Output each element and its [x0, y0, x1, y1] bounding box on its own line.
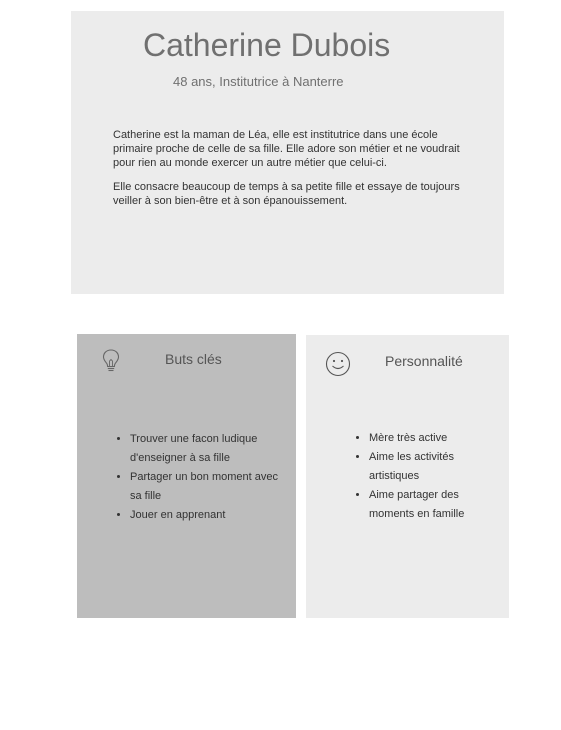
persona-page: Catherine Dubois 48 ans, Institutrice à … — [0, 0, 561, 730]
personality-card: Personnalité Mère très active Aime les a… — [306, 335, 509, 618]
bio-paragraph: Catherine est la maman de Léa, elle est … — [113, 129, 460, 169]
personality-title: Personnalité — [385, 353, 463, 369]
list-item: Trouver une facon ludique d'enseigner à … — [130, 430, 290, 468]
goals-list: Trouver une facon ludique d'enseigner à … — [113, 430, 290, 525]
goals-title: Buts clés — [165, 351, 222, 367]
smiley-icon — [325, 351, 351, 382]
list-item: Aime les activités artistiques — [369, 448, 499, 486]
list-item: Partager un bon moment avec sa fille — [130, 468, 290, 506]
persona-bio: Catherine est la maman de Léa, elle est … — [113, 128, 473, 218]
lightbulb-icon — [101, 348, 121, 379]
list-item: Aime partager des moments en famille — [369, 486, 499, 524]
personality-list: Mère très active Aime les activités arti… — [352, 429, 499, 524]
bio-paragraph: Elle consacre beaucoup de temps à sa pet… — [113, 181, 460, 207]
list-item: Mère très active — [369, 429, 499, 448]
persona-name: Catherine Dubois — [143, 27, 391, 63]
persona-header-card: Catherine Dubois 48 ans, Institutrice à … — [71, 11, 504, 294]
goals-card: Buts clés Trouver une facon ludique d'en… — [77, 334, 296, 618]
persona-subtitle: 48 ans, Institutrice à Nanterre — [173, 74, 344, 89]
list-item: Jouer en apprenant — [130, 506, 290, 525]
